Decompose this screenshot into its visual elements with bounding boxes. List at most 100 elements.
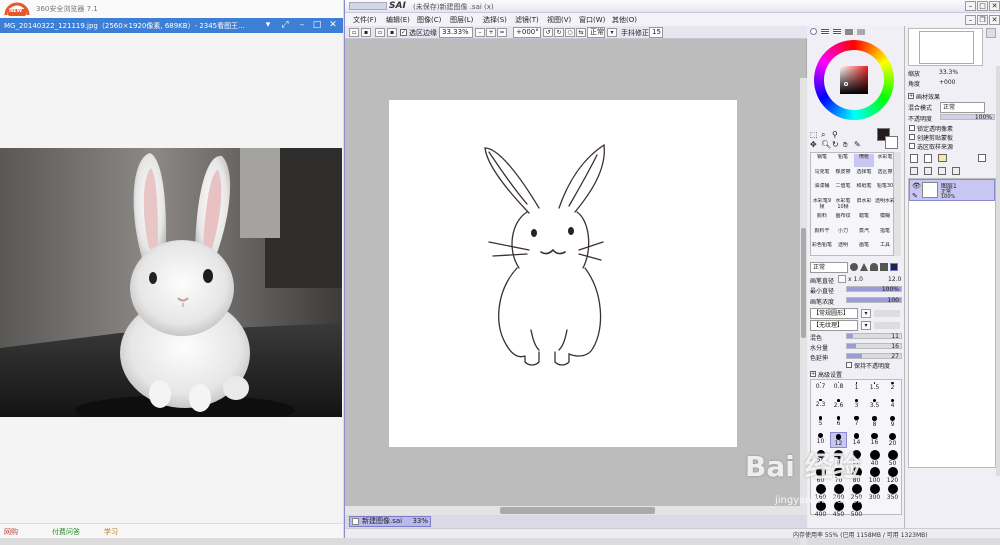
brush-size-value[interactable]: 12.0: [888, 276, 901, 283]
viewer-restore-icon[interactable]: ⤢: [279, 20, 291, 31]
invert-select-icon[interactable]: ▪: [361, 28, 371, 37]
brush-size-item[interactable]: 4: [884, 398, 901, 409]
menu-select[interactable]: 选择(S): [483, 15, 507, 25]
brush-size-item[interactable]: 3.5: [866, 398, 883, 409]
delete-layer-icon[interactable]: [952, 167, 960, 175]
brush-tool-item[interactable]: 选择笔: [854, 169, 874, 182]
brush-size-item[interactable]: 2.6: [830, 398, 847, 409]
swatch-mode-icon[interactable]: [845, 29, 853, 35]
bottom-item-shopping[interactable]: 网购: [4, 527, 18, 537]
brush-tool-item[interactable]: 水彩笔: [875, 154, 895, 167]
navigator-angle-value[interactable]: +000: [939, 79, 955, 86]
brush-size-item[interactable]: 2: [884, 381, 901, 391]
saturation-value-square[interactable]: [840, 66, 868, 94]
canvas-area[interactable]: [345, 39, 807, 545]
layer-options-icon[interactable]: [978, 154, 986, 162]
persistence-slider[interactable]: 27: [846, 353, 902, 360]
brush-tool-item[interactable]: 二值笔: [833, 183, 853, 196]
navigator-viewport[interactable]: [919, 31, 974, 64]
brush-size-item[interactable]: 3: [848, 398, 865, 409]
texture-dropdown-icon[interactable]: ▾: [861, 321, 871, 330]
lock-transparency-checkbox[interactable]: [909, 125, 915, 131]
brush-tool-item[interactable]: 模糊: [875, 213, 895, 226]
merge-down-icon[interactable]: [924, 167, 932, 175]
menu-window[interactable]: 窗口(W): [579, 15, 605, 25]
brush-shape-select[interactable]: 【常规圆形】: [810, 308, 858, 319]
doc-minimize-icon[interactable]: –: [965, 15, 976, 25]
brush-size-item[interactable]: 5: [812, 415, 829, 427]
blend-slider[interactable]: 11: [846, 333, 902, 340]
brush-tool-item[interactable]: 指笔: [875, 228, 895, 241]
brush-size-mult[interactable]: x 1.0: [848, 276, 863, 283]
brush-size-item[interactable]: 0.7: [812, 381, 829, 390]
size-lock-icon[interactable]: [838, 275, 846, 283]
zoom-out-icon[interactable]: –: [475, 28, 485, 37]
selection-edge-checkbox[interactable]: ✓: [400, 29, 407, 36]
brush-size-item[interactable]: 10: [812, 432, 829, 445]
color-wheel-mode-icon[interactable]: [810, 28, 817, 35]
brush-size-item[interactable]: 2.3: [812, 398, 829, 408]
rotate-reset-icon[interactable]: ○: [565, 28, 575, 37]
hide-select-icon[interactable]: ▫: [375, 28, 385, 37]
brush-tool-item[interactable]: 小刀: [833, 228, 853, 241]
brush-tool-item[interactable]: 旧水彩: [854, 198, 874, 211]
select-all-icon[interactable]: ▪: [387, 28, 397, 37]
doc-restore-icon[interactable]: ❐: [977, 15, 988, 25]
clear-layer-icon[interactable]: [938, 167, 946, 175]
navigator-scroll[interactable]: [986, 28, 996, 38]
brush-tool-item[interactable]: 颜料: [812, 213, 832, 226]
brush-shape-tri-icon[interactable]: [860, 263, 868, 271]
canvas-hscroll[interactable]: [345, 506, 807, 515]
layer-opacity-slider[interactable]: 100%: [940, 114, 995, 121]
brush-tool-item[interactable]: 画笔: [854, 242, 874, 255]
zoom-field[interactable]: 33.33%: [439, 27, 473, 38]
texture-select[interactable]: 【无纹理】: [810, 320, 858, 331]
brush-mode-select[interactable]: 正常: [810, 262, 848, 273]
layer-panel-scroll[interactable]: [996, 66, 1000, 476]
zoom-icon[interactable]: 🔍︎: [821, 140, 831, 149]
canvas-paper[interactable]: [389, 100, 737, 447]
brush-shape-square-icon[interactable]: [890, 263, 898, 271]
brush-shape-round-icon[interactable]: [850, 263, 858, 271]
color-picker-marker[interactable]: [844, 82, 848, 86]
rotation-field[interactable]: +000°: [513, 27, 541, 38]
brush-tool-item[interactable]: 蜡笔: [854, 213, 874, 226]
new-folder-icon[interactable]: [938, 154, 947, 162]
brush-tool-item[interactable]: 铅笔: [833, 154, 853, 167]
sai-close-icon[interactable]: ✕: [989, 1, 1000, 11]
keep-opacity-checkbox[interactable]: [846, 362, 852, 368]
advanced-settings-label[interactable]: 高级设置: [818, 370, 842, 379]
brush-tool-item[interactable]: 马克笔: [812, 169, 832, 182]
rotate-icon[interactable]: ↻: [832, 140, 839, 149]
viewer-maximize-icon[interactable]: □: [311, 20, 323, 31]
brush-tool-item[interactable]: 喷枪: [854, 154, 874, 167]
hscroll-thumb[interactable]: [500, 507, 655, 514]
brush-shape-flat-icon[interactable]: [880, 263, 888, 271]
eyedropper-icon[interactable]: ✎: [854, 140, 861, 149]
flip-icon[interactable]: ⇆: [576, 28, 586, 37]
background-color-swatch[interactable]: [885, 136, 898, 149]
brush-tool-item[interactable]: 橡皮擦: [833, 169, 853, 182]
brush-shape-dome-icon[interactable]: [870, 263, 878, 271]
doc-close-icon[interactable]: ✕: [989, 15, 1000, 25]
brush-tool-item[interactable]: 水彩笔9帧: [812, 198, 832, 211]
brush-tool-item[interactable]: 透明水彩: [875, 198, 895, 211]
menu-image[interactable]: 图像(C): [417, 15, 441, 25]
menu-filter[interactable]: 滤镜(T): [515, 15, 539, 25]
effect-title[interactable]: 画材效果: [916, 92, 940, 101]
texture-strength-slider[interactable]: [874, 322, 900, 329]
brush-tool-item[interactable]: 选区擦: [875, 169, 895, 182]
tool-grid-scroll[interactable]: [894, 152, 901, 256]
brush-size-item[interactable]: 9: [884, 415, 901, 428]
brush-size-item[interactable]: 1: [848, 381, 865, 391]
viewer-minimize-icon[interactable]: –: [296, 20, 308, 31]
rotate-right-icon[interactable]: ↻: [554, 28, 564, 37]
deselect-icon[interactable]: ▫: [349, 28, 359, 37]
layer-blend-select[interactable]: 正常: [940, 102, 985, 113]
brush-tool-item[interactable]: 透明: [833, 242, 853, 255]
stabilizer-field[interactable]: 15: [649, 27, 663, 38]
layer-visibility-icon[interactable]: 👁︎: [912, 182, 921, 190]
navigator-preview[interactable]: [908, 28, 983, 66]
brush-tool-item[interactable]: 彩色铅笔: [812, 242, 832, 255]
document-tab[interactable]: 新建图像.sai 33%: [349, 516, 431, 527]
